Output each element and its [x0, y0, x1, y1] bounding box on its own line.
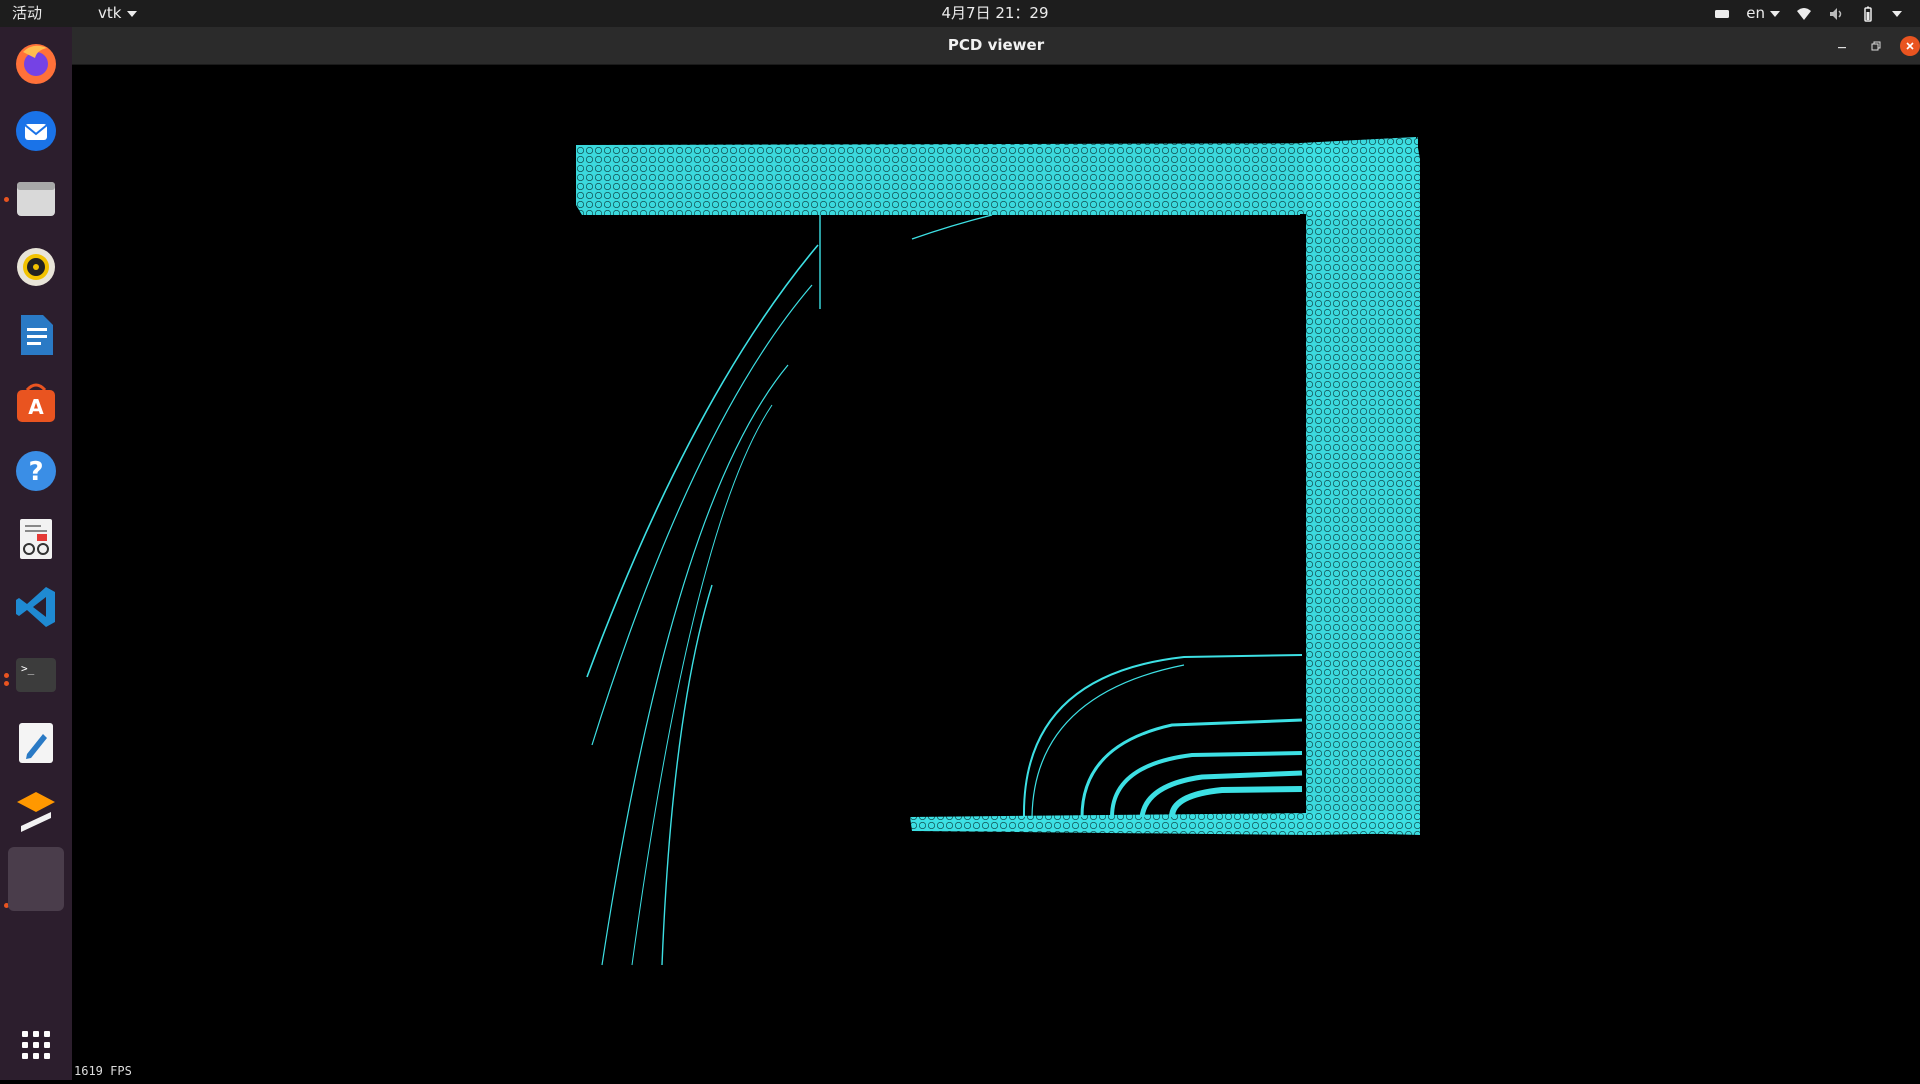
svg-text:?: ? [28, 457, 43, 487]
window-title: PCD viewer [947, 36, 1045, 54]
sublime-text-launcher[interactable] [8, 783, 64, 839]
window-titlebar[interactable]: PCD viewer [72, 27, 1920, 65]
keyboard-icon[interactable] [1714, 6, 1730, 22]
svg-text:A: A [28, 395, 44, 419]
terminal-icon: >_ [16, 658, 56, 692]
restore-icon [1871, 41, 1881, 51]
close-button[interactable] [1900, 36, 1920, 56]
help-launcher[interactable]: ? [8, 443, 64, 499]
top-bar: 活动 vtk 4月7日 21：29 en [0, 0, 1920, 27]
vscode-icon [16, 587, 55, 627]
pcd-viewer-launcher[interactable] [8, 847, 64, 911]
document-viewer-launcher[interactable] [8, 511, 64, 567]
sublime-text-icon [17, 792, 55, 832]
firefox-icon [16, 44, 56, 84]
fps-counter: 1619 FPS [74, 1064, 132, 1078]
rhythmbox-launcher[interactable] [8, 239, 64, 295]
terminal-launcher[interactable]: >_ [8, 647, 64, 703]
point-cloud-viewport[interactable]: 1619 FPS [72, 65, 1920, 1080]
svg-text:>_: >_ [21, 662, 35, 675]
help-icon: ? [16, 451, 56, 491]
show-applications-button[interactable] [20, 1029, 52, 1065]
rhythmbox-icon [17, 248, 55, 286]
point-cloud-render [576, 137, 1420, 966]
text-editor-icon [19, 723, 53, 763]
minimize-icon [1838, 47, 1846, 49]
show-applications-icon [22, 1031, 50, 1059]
text-editor-launcher[interactable] [8, 715, 64, 771]
maximize-button[interactable] [1866, 36, 1886, 56]
chevron-down-icon [1770, 10, 1780, 17]
files-icon [17, 182, 55, 216]
point-cloud-walls [576, 137, 1420, 966]
minimize-button[interactable] [1832, 36, 1852, 56]
pcd-viewer-window: PCD viewer 1619 FPS [72, 27, 1920, 1080]
libreoffice-writer-launcher[interactable] [8, 307, 64, 363]
software-center-launcher[interactable]: A [8, 375, 64, 431]
system-menu-button[interactable] [1892, 10, 1902, 17]
document-viewer-icon [20, 519, 52, 559]
volume-icon[interactable] [1828, 6, 1844, 22]
vscode-launcher[interactable] [8, 579, 64, 635]
system-tray[interactable]: en [1714, 0, 1902, 27]
dock: A ? >_ [0, 27, 72, 1080]
thunderbird-launcher[interactable] [8, 103, 64, 159]
language-label: en [1746, 4, 1765, 22]
battery-icon[interactable] [1860, 6, 1876, 22]
firefox-launcher[interactable] [8, 35, 64, 91]
clock[interactable]: 4月7日 21：29 [0, 0, 1920, 27]
libreoffice-writer-icon [21, 315, 53, 355]
thunderbird-icon [16, 111, 56, 151]
files-launcher[interactable] [8, 171, 64, 227]
network-wifi-icon[interactable] [1796, 6, 1812, 22]
software-center-icon: A [17, 383, 55, 422]
language-indicator[interactable]: en [1746, 0, 1780, 27]
close-icon [1906, 42, 1914, 50]
